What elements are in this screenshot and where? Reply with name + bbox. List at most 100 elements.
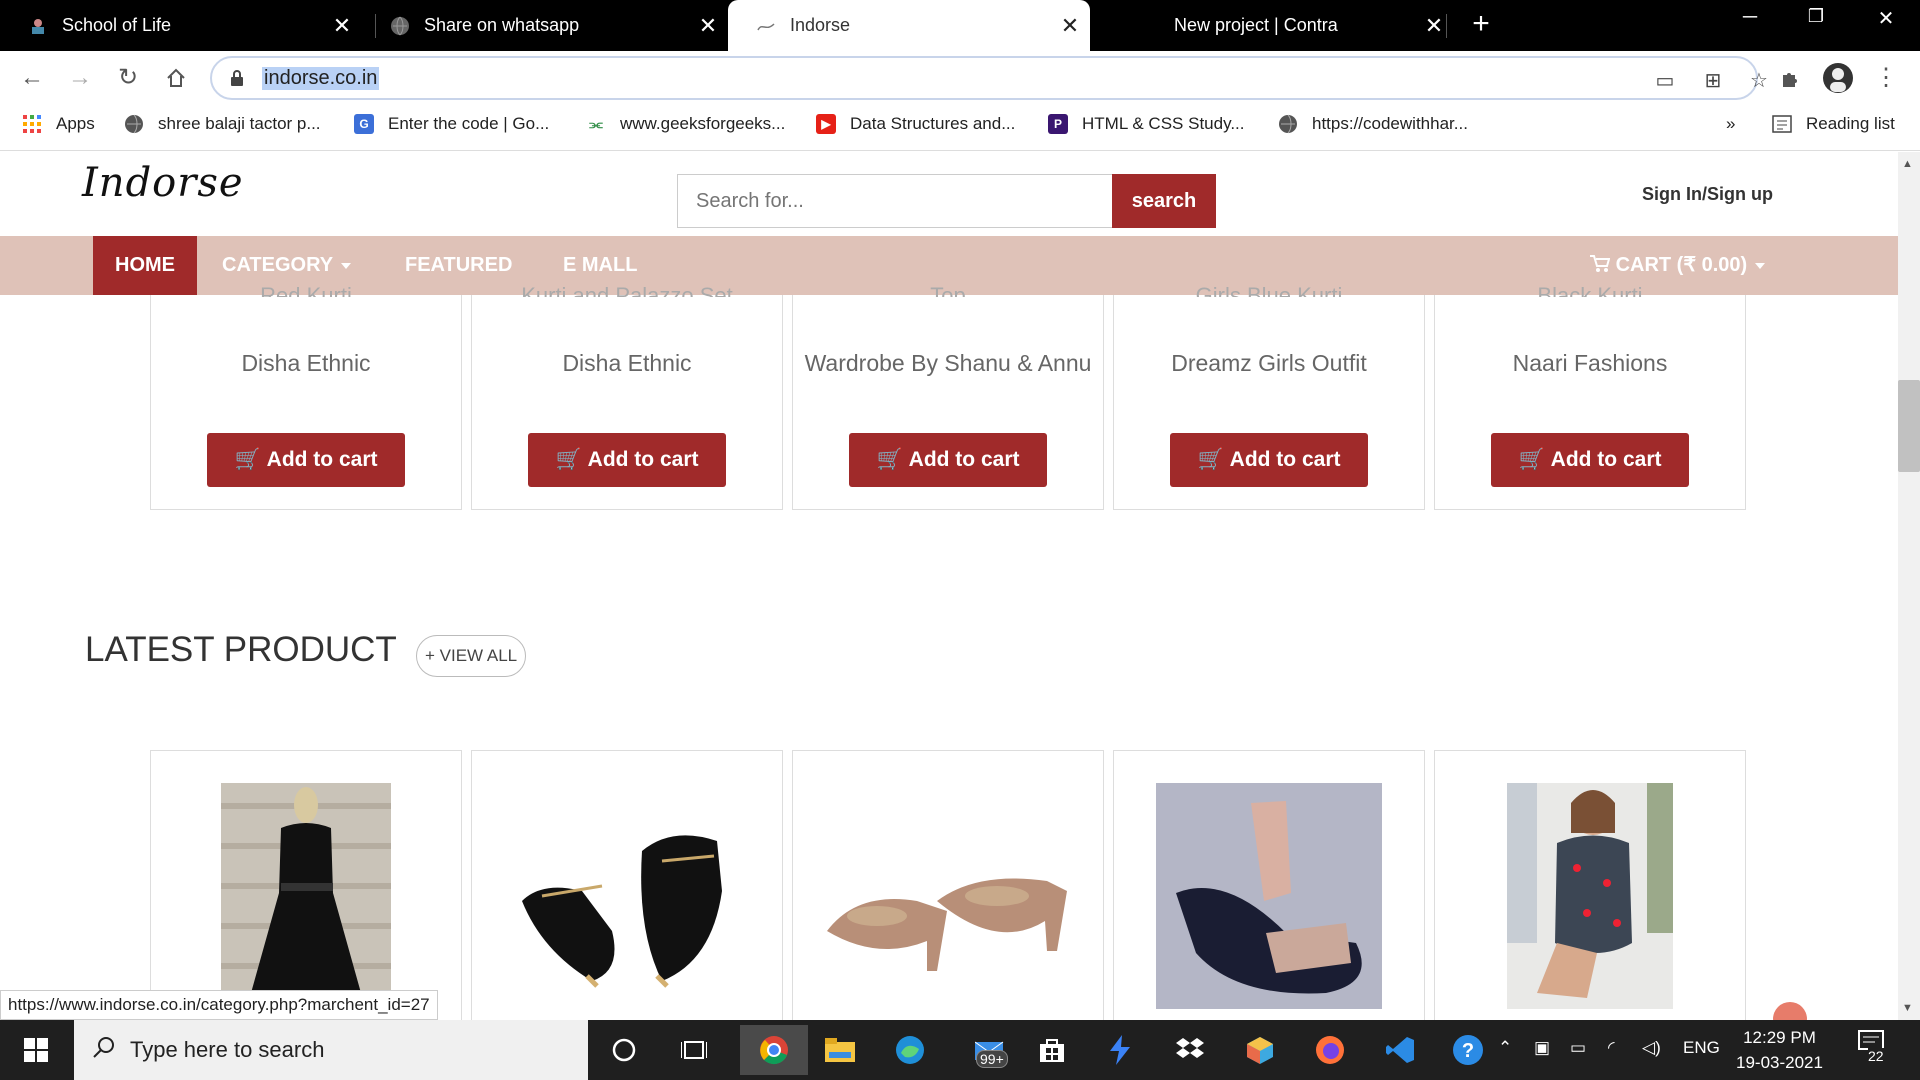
site-search-input[interactable] xyxy=(677,174,1113,228)
close-tab-icon[interactable]: ✕ xyxy=(322,13,362,39)
notification-center-icon[interactable]: 22 xyxy=(1858,1030,1888,1064)
add-to-cart-label: Add to cart xyxy=(587,448,699,471)
cart-icon: 🛒 xyxy=(234,448,261,471)
back-button[interactable]: ← xyxy=(16,62,48,94)
volume-icon[interactable]: ◁) xyxy=(1642,1038,1661,1058)
product-card[interactable] xyxy=(1113,750,1425,1030)
product-vendor[interactable]: Disha Ethnic xyxy=(151,350,461,377)
profile-avatar[interactable] xyxy=(1822,62,1854,94)
product-title[interactable]: Girls Blue Kurti xyxy=(1114,283,1424,297)
bookmark-codewithharry[interactable]: https://codewithhar... xyxy=(1278,114,1468,134)
product-card: Black Kurti Naari Fashions 🛒 Add to cart xyxy=(1434,283,1746,510)
mail-badge: 99+ xyxy=(976,1050,1008,1068)
bookmark-geeksforgeeks[interactable]: ⫘ www.geeksforgeeks... xyxy=(586,114,785,134)
edge-icon[interactable] xyxy=(890,1030,930,1070)
tab-share-on-whatsapp[interactable]: Share on whatsapp ✕ xyxy=(362,0,728,51)
product-card[interactable] xyxy=(471,750,783,1030)
more-bookmarks-button[interactable]: » xyxy=(1726,114,1735,134)
browser-menu-icon[interactable]: ⋮ xyxy=(1870,62,1902,94)
tab-school-of-life[interactable]: School of Life ✕ xyxy=(0,0,362,51)
cortana-icon[interactable] xyxy=(604,1030,644,1070)
taskbar-search[interactable]: Type here to search xyxy=(74,1020,588,1080)
meet-now-icon[interactable]: ▣ xyxy=(1534,1038,1550,1058)
nightdress-image[interactable] xyxy=(1507,783,1673,1009)
product-vendor[interactable]: Wardrobe By Shanu & Annu xyxy=(793,350,1103,377)
product-card[interactable] xyxy=(150,750,462,1030)
scroll-up-arrow-icon[interactable]: ▲ xyxy=(1902,158,1913,170)
tab-contra[interactable]: New project | Contra ✕ xyxy=(1090,0,1454,51)
bookmark-star-icon[interactable]: ☆ xyxy=(1746,68,1772,93)
close-tab-icon[interactable]: ✕ xyxy=(1050,13,1090,39)
beige-heels-image[interactable] xyxy=(817,851,1077,991)
address-bar[interactable]: indorse.co.in ▭ ⊞ ☆ xyxy=(210,56,1768,100)
wifi-icon[interactable]: ◜ xyxy=(1608,1038,1615,1058)
reload-button[interactable]: ↻ xyxy=(112,62,144,94)
black-dress-image[interactable] xyxy=(221,783,391,999)
lightning-app-icon[interactable] xyxy=(1100,1030,1140,1070)
p-icon: P xyxy=(1048,114,1068,134)
close-tab-icon[interactable]: ✕ xyxy=(1414,13,1454,39)
add-to-cart-button[interactable]: 🛒 Add to cart xyxy=(1170,433,1368,487)
product-card[interactable] xyxy=(1434,750,1746,1030)
bookmark-enter-code[interactable]: G Enter the code | Go... xyxy=(354,114,549,134)
product-vendor[interactable]: Disha Ethnic xyxy=(472,350,782,377)
bookmark-data-structures[interactable]: ▶ Data Structures and... xyxy=(816,114,1015,134)
add-to-cart-button[interactable]: 🛒 Add to cart xyxy=(849,433,1047,487)
new-tab-button[interactable]: + xyxy=(1466,7,1496,41)
tab-indorse[interactable]: Indorse ✕ xyxy=(728,0,1090,51)
add-to-cart-button[interactable]: 🛒 Add to cart xyxy=(528,433,726,487)
task-view-icon[interactable] xyxy=(674,1030,714,1070)
add-to-cart-button[interactable]: 🛒 Add to cart xyxy=(1491,433,1689,487)
product-title[interactable]: Red Kurti xyxy=(151,283,461,297)
signin-link[interactable]: Sign In/Sign up xyxy=(1642,184,1773,205)
site-logo[interactable]: Indorse xyxy=(82,160,244,206)
url-text[interactable]: indorse.co.in xyxy=(262,67,380,90)
taskbar-clock[interactable]: 12:29 PM 19-03-2021 xyxy=(1736,1025,1823,1075)
close-tab-icon[interactable]: ✕ xyxy=(688,13,728,39)
apps-grid-icon xyxy=(22,114,42,134)
windows-start-icon[interactable] xyxy=(16,1030,56,1070)
vscode-icon[interactable] xyxy=(1380,1030,1420,1070)
scroll-down-arrow-icon[interactable]: ▼ xyxy=(1902,1002,1913,1014)
file-explorer-icon[interactable] xyxy=(820,1030,860,1070)
minimize-button[interactable]: ─ xyxy=(1722,6,1778,29)
product-card: Top Wardrobe By Shanu & Annu 🛒 Add to car… xyxy=(792,283,1104,510)
bookmark-shree-balaji[interactable]: shree balaji tactor p... xyxy=(124,114,321,134)
help-icon[interactable]: ? xyxy=(1448,1030,1488,1070)
add-to-cart-label: Add to cart xyxy=(266,448,378,471)
product-title[interactable]: Top xyxy=(793,283,1103,297)
firefox-icon[interactable] xyxy=(1310,1030,1350,1070)
product-card[interactable] xyxy=(792,750,1104,1030)
page-scrollbar[interactable] xyxy=(1898,152,1920,1020)
chrome-taskbar-icon[interactable] xyxy=(740,1025,808,1075)
reading-list-button[interactable]: Reading list xyxy=(1772,114,1895,134)
add-to-cart-button[interactable]: 🛒 Add to cart xyxy=(207,433,405,487)
qr-code-icon[interactable]: ⊞ xyxy=(1700,68,1726,93)
bookmark-apps[interactable]: Apps xyxy=(22,114,95,134)
product-card: Girls Blue Kurti Dreamz Girls Outfit 🛒 Ad… xyxy=(1113,283,1425,510)
tray-chevron-up-icon[interactable]: ⌃ xyxy=(1498,1038,1512,1058)
view-all-button[interactable]: + VIEW ALL xyxy=(416,635,527,677)
youtube-icon: ▶ xyxy=(816,114,836,134)
home-button[interactable] xyxy=(160,62,192,94)
restore-button[interactable]: ❐ xyxy=(1788,6,1844,27)
wedge-sandal-image[interactable] xyxy=(1156,783,1382,1009)
cube-app-icon[interactable] xyxy=(1240,1030,1280,1070)
product-title[interactable]: Kurti and Palazzo Set xyxy=(472,283,782,297)
forward-button[interactable]: → xyxy=(64,62,96,94)
bookmark-html-css-study[interactable]: P HTML & CSS Study... xyxy=(1048,114,1245,134)
product-vendor[interactable]: Dreamz Girls Outfit xyxy=(1114,350,1424,377)
battery-icon[interactable]: ▭ xyxy=(1570,1038,1586,1058)
cast-icon[interactable]: ▭ xyxy=(1652,68,1678,93)
window-close-button[interactable]: ✕ xyxy=(1858,6,1914,31)
product-title[interactable]: Black Kurti xyxy=(1435,283,1745,297)
product-vendor[interactable]: Naari Fashions xyxy=(1435,350,1745,377)
language-indicator[interactable]: ENG xyxy=(1683,1038,1720,1058)
black-flats-image[interactable] xyxy=(502,811,752,1001)
mail-icon[interactable]: 99+ xyxy=(962,1030,1018,1070)
search-button[interactable]: search xyxy=(1112,174,1216,228)
scrollbar-thumb[interactable] xyxy=(1898,380,1920,472)
store-icon[interactable] xyxy=(1032,1030,1072,1070)
extensions-icon[interactable] xyxy=(1774,62,1806,94)
dropbox-icon[interactable] xyxy=(1170,1030,1210,1070)
